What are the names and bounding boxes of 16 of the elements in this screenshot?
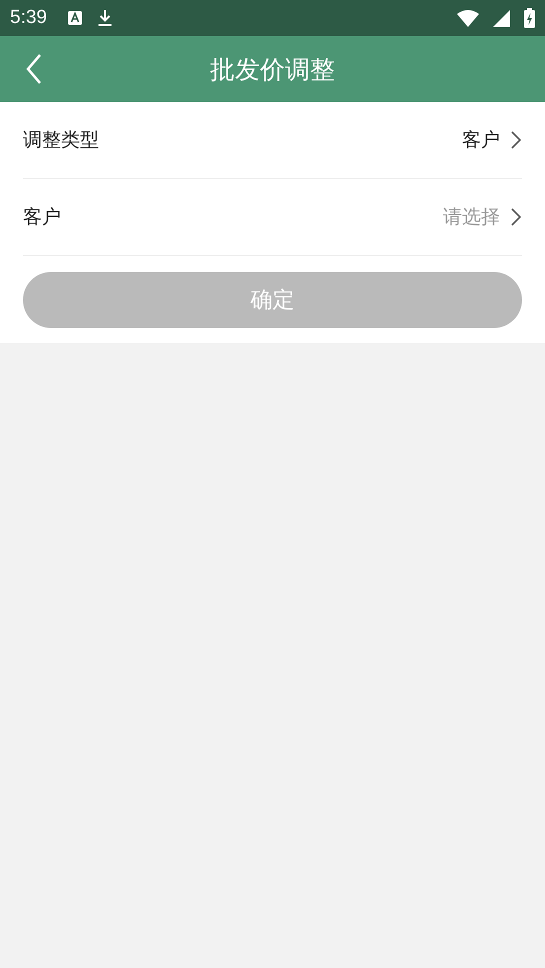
form-row[interactable]: 客户 请选择: [23, 179, 522, 256]
chevron-right-icon: [510, 207, 522, 227]
row-value: 客户: [462, 128, 500, 153]
row-placeholder: 请选择: [443, 205, 500, 230]
font-icon: [66, 10, 83, 26]
form-row[interactable]: 调整类型 客户: [23, 102, 522, 179]
download-icon: [96, 9, 113, 27]
status-time: 5:39: [10, 7, 47, 29]
signal-icon: [493, 10, 510, 26]
battery-icon: [524, 8, 535, 28]
row-label: 调整类型: [23, 128, 100, 153]
chevron-right-icon: [510, 130, 522, 150]
row-label: 客户: [23, 205, 62, 230]
back-icon[interactable]: [24, 53, 44, 85]
page-title: 批发价调整: [210, 54, 335, 86]
wifi-icon: [457, 10, 479, 26]
